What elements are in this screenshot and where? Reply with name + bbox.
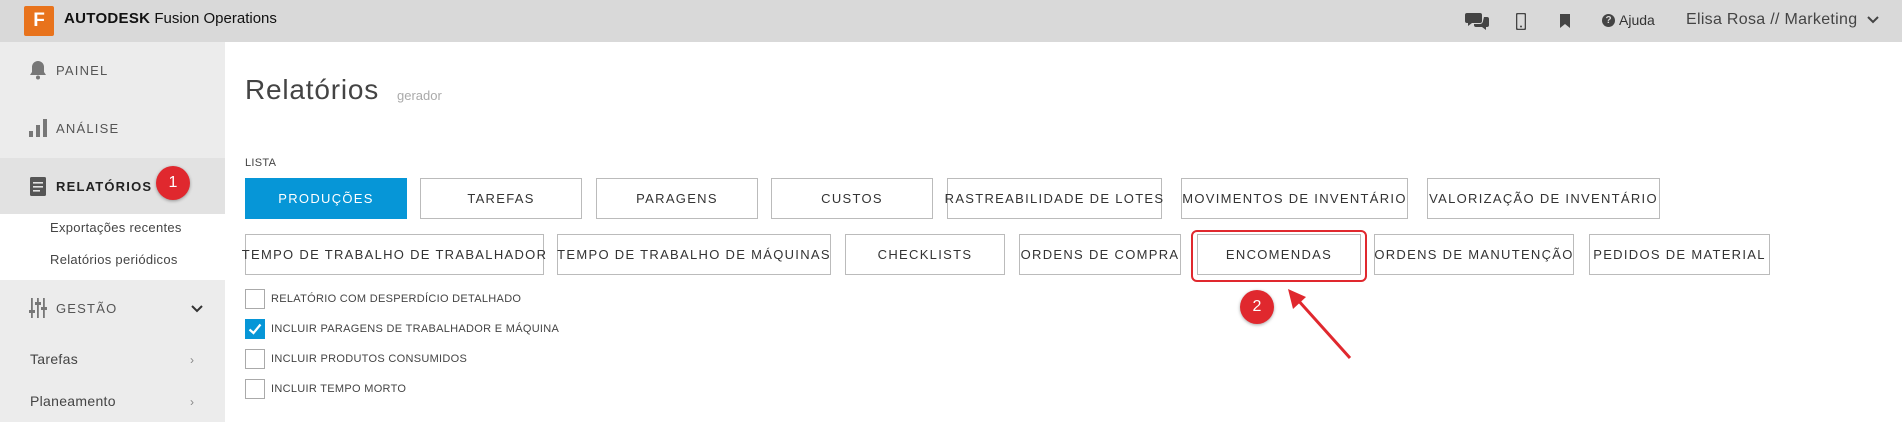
bar-chart-icon <box>28 117 48 139</box>
sidebar-subitem-recent-exports[interactable]: Exportações recentes <box>50 220 182 235</box>
app-brand: AUTODESK Fusion Operations <box>64 10 277 27</box>
sidebar-item-label: PAINEL <box>56 62 109 78</box>
sidebar-subitem-periodic-reports[interactable]: Relatórios periódicos <box>50 252 178 267</box>
bookmark-icon[interactable] <box>1560 10 1570 32</box>
top-bar: F AUTODESK Fusion Operations ? Ajuda Elis… <box>0 0 1902 42</box>
checkbox-include-consumed[interactable]: INCLUIR PRODUTOS CONSUMIDOS <box>245 349 467 369</box>
report-button-tarefas[interactable]: TAREFAS <box>420 178 582 219</box>
checkbox-label: RELATÓRIO COM DESPERDÍCIO DETALHADO <box>271 293 522 305</box>
page-subtitle: gerador <box>397 88 442 103</box>
brand-name: AUTODESK <box>64 10 151 27</box>
sidebar-item-label: RELATÓRIOS <box>56 178 153 194</box>
report-button-tempo-maquinas[interactable]: TEMPO DE TRABALHO DE MÁQUINAS <box>557 234 831 275</box>
report-button-pedidos-material[interactable]: PEDIDOS DE MATERIAL <box>1589 234 1770 275</box>
sliders-icon <box>28 297 48 319</box>
sidebar-item-analise[interactable]: ANÁLISE <box>0 100 225 156</box>
bell-icon <box>28 59 48 81</box>
help-label: Ajuda <box>1619 12 1655 28</box>
product-name: Fusion Operations <box>154 10 277 27</box>
reports-submenu: Exportações recentes Relatórios periódic… <box>0 214 225 280</box>
sidebar: PAINEL ANÁLISE RELATÓRIOS Exportações re… <box>0 42 225 422</box>
report-button-tempo-trabalhador[interactable]: TEMPO DE TRABALHO DE TRABALHADOR <box>242 234 546 275</box>
report-button-checklists[interactable]: CHECKLISTS <box>845 234 1005 275</box>
sidebar-item-label: GESTÃO <box>56 300 118 316</box>
chevron-right-icon: › <box>190 353 194 367</box>
report-button-rastreabilidade[interactable]: RASTREABILIDADE DE LOTES <box>945 178 1163 219</box>
checkbox-label: INCLUIR PARAGENS DE TRABALHADOR E MÁQUIN… <box>271 323 560 335</box>
document-icon <box>28 175 48 197</box>
report-button-ordens-compra[interactable]: ORDENS DE COMPRA <box>1019 234 1181 275</box>
chevron-right-icon: › <box>190 395 194 409</box>
checkbox-include-downtime[interactable]: INCLUIR TEMPO MORTO <box>245 379 406 399</box>
report-button-producoes[interactable]: PRODUÇÕES <box>245 178 407 219</box>
report-button-paragens[interactable]: PARAGENS <box>596 178 758 219</box>
checkbox-include-stops[interactable]: INCLUIR PARAGENS DE TRABALHADOR E MÁQUIN… <box>245 319 559 339</box>
annotation-highlight-box <box>1191 230 1367 282</box>
user-menu[interactable]: Elisa Rosa // Marketing <box>1686 11 1880 29</box>
report-button-ordens-manutencao[interactable]: ORDENS DE MANUTENÇÃO <box>1374 234 1574 275</box>
checkbox[interactable] <box>245 379 265 399</box>
checkbox[interactable] <box>245 349 265 369</box>
chevron-down-icon <box>191 301 203 316</box>
check-icon <box>248 323 262 335</box>
report-button-custos[interactable]: CUSTOS <box>771 178 933 219</box>
checkbox-label: INCLUIR TEMPO MORTO <box>271 383 407 395</box>
checkbox[interactable] <box>245 319 265 339</box>
user-label: Elisa Rosa // Marketing <box>1686 11 1858 28</box>
help-link[interactable]: ? Ajuda <box>1602 12 1655 28</box>
sidebar-item-painel[interactable]: PAINEL <box>0 42 225 98</box>
annotation-arrow-icon <box>1288 289 1352 360</box>
checkbox-label: INCLUIR PRODUTOS CONSUMIDOS <box>271 353 468 365</box>
annotation-badge-2: 2 <box>1240 290 1274 324</box>
app-logo[interactable]: F <box>24 6 54 36</box>
report-button-valorizacao-inventario[interactable]: VALORIZAÇÃO DE INVENTÁRIO <box>1427 178 1660 219</box>
sidebar-item-relatorios[interactable]: RELATÓRIOS <box>0 158 225 214</box>
sidebar-item-planeamento[interactable]: Planeamento <box>30 393 116 409</box>
chat-icon[interactable] <box>1465 10 1489 32</box>
chevron-down-icon <box>1867 11 1880 29</box>
sidebar-item-label: ANÁLISE <box>56 120 120 136</box>
report-button-movimentos-inventario[interactable]: MOVIMENTOS DE INVENTÁRIO <box>1181 178 1408 219</box>
annotation-badge-1: 1 <box>156 166 190 200</box>
sidebar-item-tarefas[interactable]: Tarefas <box>30 351 78 367</box>
question-icon: ? <box>1602 13 1615 27</box>
mobile-icon[interactable] <box>1516 10 1526 32</box>
checkbox[interactable] <box>245 289 265 309</box>
page-title: Relatórios <box>245 74 380 105</box>
sidebar-item-gestao[interactable]: GESTÃO <box>0 280 225 336</box>
list-label: LISTA <box>245 157 277 169</box>
checkbox-detailed-waste[interactable]: RELATÓRIO COM DESPERDÍCIO DETALHADO <box>245 289 521 309</box>
